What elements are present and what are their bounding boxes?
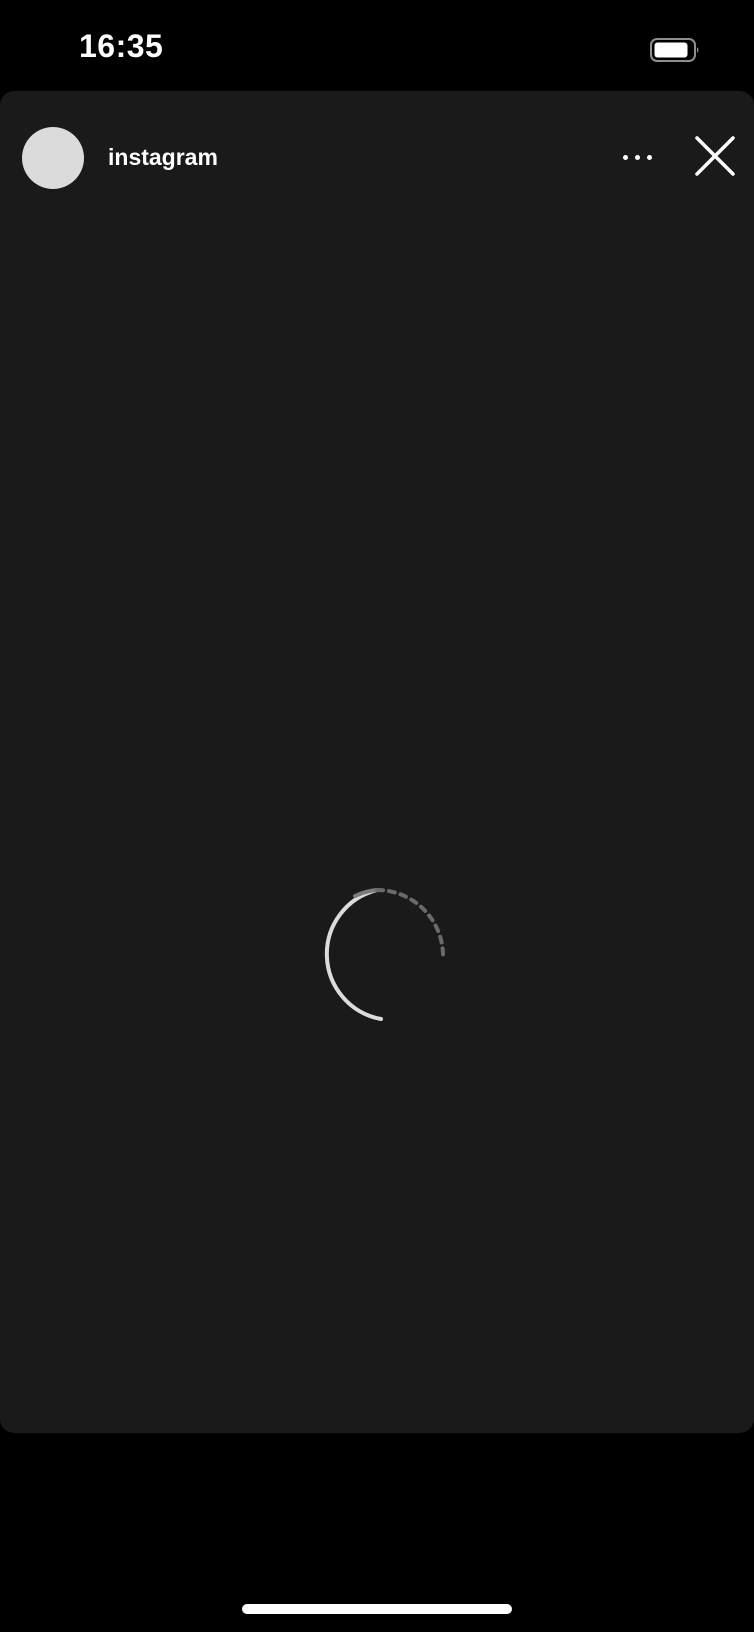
more-horizontal-icon — [622, 154, 628, 160]
close-icon[interactable] — [692, 133, 738, 179]
home-indicator[interactable] — [242, 1604, 512, 1614]
story-username[interactable]: instagram — [108, 144, 218, 171]
loading-spinner-icon — [324, 888, 446, 1021]
more-dot — [634, 154, 640, 160]
battery-icon — [650, 38, 699, 62]
status-bar: 16:35 — [0, 0, 754, 90]
avatar[interactable] — [22, 127, 84, 189]
more-dot — [646, 154, 652, 160]
status-time: 16:35 — [79, 28, 164, 64]
more-options-button[interactable] — [614, 134, 660, 180]
story-viewer[interactable]: instagram — [0, 91, 754, 1433]
